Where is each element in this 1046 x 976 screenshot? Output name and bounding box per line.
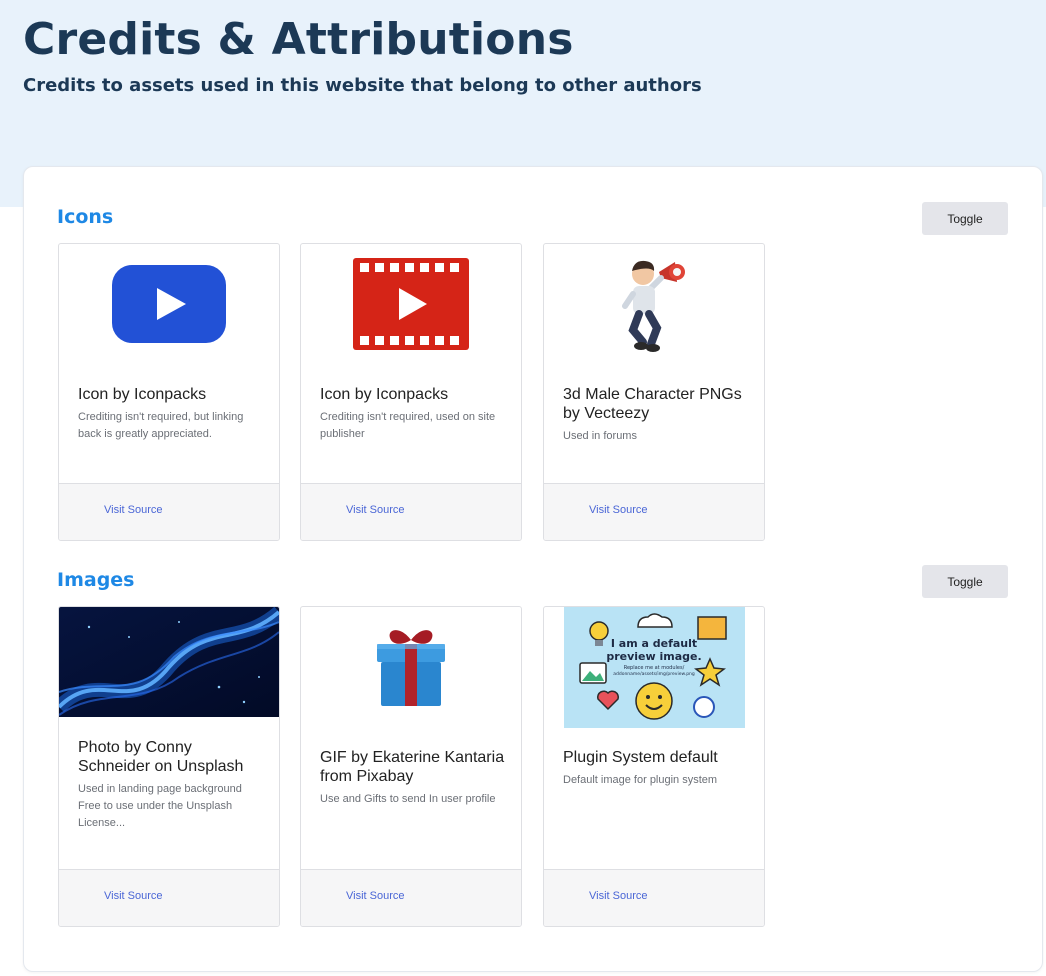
card-title: Icon by Iconpacks	[78, 386, 207, 403]
card-footer: Visit Source	[301, 483, 521, 540]
preview-text-line1: I am a default	[611, 637, 697, 650]
card-description: Default image for plugin system	[563, 774, 718, 786]
credit-card: Icon by Iconpacks Crediting isn't requir…	[300, 243, 522, 541]
preview-text-line4: addonname/assets/img/preview.png	[613, 671, 695, 677]
visit-source-link[interactable]: Visit Source	[104, 504, 163, 516]
page-title: Credits & Attributions	[23, 14, 574, 65]
card-title: Icon by Iconpacks	[320, 386, 449, 403]
credit-card: 3d Male Character PNGs by Vecteezy Used …	[543, 243, 765, 541]
card-description: Used in forums	[563, 430, 637, 442]
youtube-play-icon	[59, 244, 279, 364]
megaphone-character-image	[544, 244, 764, 364]
preview-text-line3: Replace me at modules/	[624, 665, 685, 671]
credit-card: Icon by Iconpacks Crediting isn't requir…	[58, 243, 280, 541]
section-title-images: Images	[57, 569, 135, 591]
video-film-icon	[301, 244, 521, 364]
card-footer: Visit Source	[301, 869, 521, 926]
card-title: GIF by Ekaterine Kantaria from Pixabay	[320, 749, 505, 785]
icons-toggle-button[interactable]: Toggle	[922, 202, 1008, 235]
card-title: Plugin System default	[563, 749, 718, 766]
card-footer: Visit Source	[544, 869, 764, 926]
credit-card: I am a default preview image. Replace me…	[543, 606, 765, 927]
card-description: Use and Gifts to send In user profile	[320, 793, 496, 805]
card-description: Crediting isn't required, but linking ba…	[78, 411, 244, 440]
page-subtitle: Credits to assets used in this website t…	[23, 75, 702, 96]
card-footer: Visit Source	[544, 483, 764, 540]
visit-source-link[interactable]: Visit Source	[346, 890, 405, 902]
card-footer: Visit Source	[59, 483, 279, 540]
card-description: Crediting isn't required, used on site p…	[320, 411, 496, 440]
card-footer: Visit Source	[59, 869, 279, 926]
blue-network-photo	[59, 607, 279, 717]
card-description: Used in landing page background Free to …	[78, 783, 242, 829]
visit-source-link[interactable]: Visit Source	[346, 504, 405, 516]
gift-box-image	[301, 607, 521, 727]
default-preview-image: I am a default preview image. Replace me…	[544, 607, 764, 728]
credit-card: GIF by Ekaterine Kantaria from Pixabay U…	[300, 606, 522, 927]
preview-text-line2: preview image.	[606, 650, 701, 663]
visit-source-link[interactable]: Visit Source	[589, 890, 648, 902]
section-title-icons: Icons	[57, 206, 114, 228]
card-title: Photo by Conny Schneider on Unsplash	[78, 739, 244, 775]
credit-card: Photo by Conny Schneider on Unsplash Use…	[58, 606, 280, 927]
visit-source-link[interactable]: Visit Source	[104, 890, 163, 902]
images-toggle-button[interactable]: Toggle	[922, 565, 1008, 598]
card-title: 3d Male Character PNGs by Vecteezy	[563, 386, 742, 422]
visit-source-link[interactable]: Visit Source	[589, 504, 648, 516]
